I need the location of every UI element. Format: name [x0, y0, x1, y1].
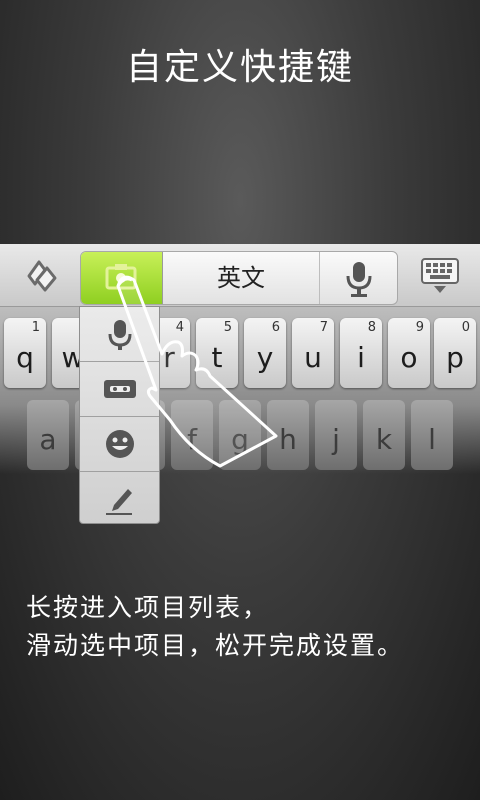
keyboard-hide-icon — [421, 258, 459, 293]
key-k[interactable]: k — [363, 400, 405, 470]
key-j[interactable]: j — [315, 400, 357, 470]
smiley-icon — [105, 430, 134, 458]
key-g[interactable]: g — [219, 400, 261, 470]
key-i[interactable]: 8i — [340, 318, 382, 388]
keyboard-hide-button[interactable] — [418, 256, 462, 296]
popup-item-edit[interactable] — [80, 472, 159, 526]
key-h[interactable]: h — [267, 400, 309, 470]
popup-item-keyboard[interactable] — [80, 362, 159, 417]
popup-item-emoji[interactable] — [80, 417, 159, 472]
key-q[interactable]: 1q — [4, 318, 46, 388]
key-u[interactable]: 7u — [292, 318, 334, 388]
page-title: 自定义快捷键 — [125, 47, 354, 88]
key-y[interactable]: 6y — [244, 318, 286, 388]
candidate-pill: 英文 — [80, 251, 398, 305]
key-p[interactable]: 0p — [434, 318, 476, 388]
instruction-line-1: 长按进入项目列表， — [26, 593, 270, 622]
key-t[interactable]: 5t — [196, 318, 238, 388]
voice-input-button[interactable] — [321, 252, 397, 304]
shortcut-popup-list — [79, 306, 160, 524]
popup-item-voice[interactable] — [80, 307, 159, 362]
key-f[interactable]: f — [171, 400, 213, 470]
microphone-icon — [108, 320, 131, 350]
edit-pencil-icon — [105, 489, 132, 515]
custom-shortcut-button[interactable] — [81, 252, 163, 304]
key-a[interactable]: a — [27, 400, 69, 470]
key-l[interactable]: l — [411, 400, 453, 470]
custom-shortcut-icon — [105, 264, 137, 290]
language-toggle-button[interactable]: 英文 — [163, 252, 320, 304]
key-o[interactable]: 9o — [388, 318, 430, 388]
bridge-logo-icon[interactable] — [18, 256, 64, 296]
keyboard-icon — [103, 380, 136, 398]
instruction-line-2: 滑动选中项目，松开完成设置。 — [26, 631, 405, 660]
microphone-icon — [346, 262, 372, 297]
